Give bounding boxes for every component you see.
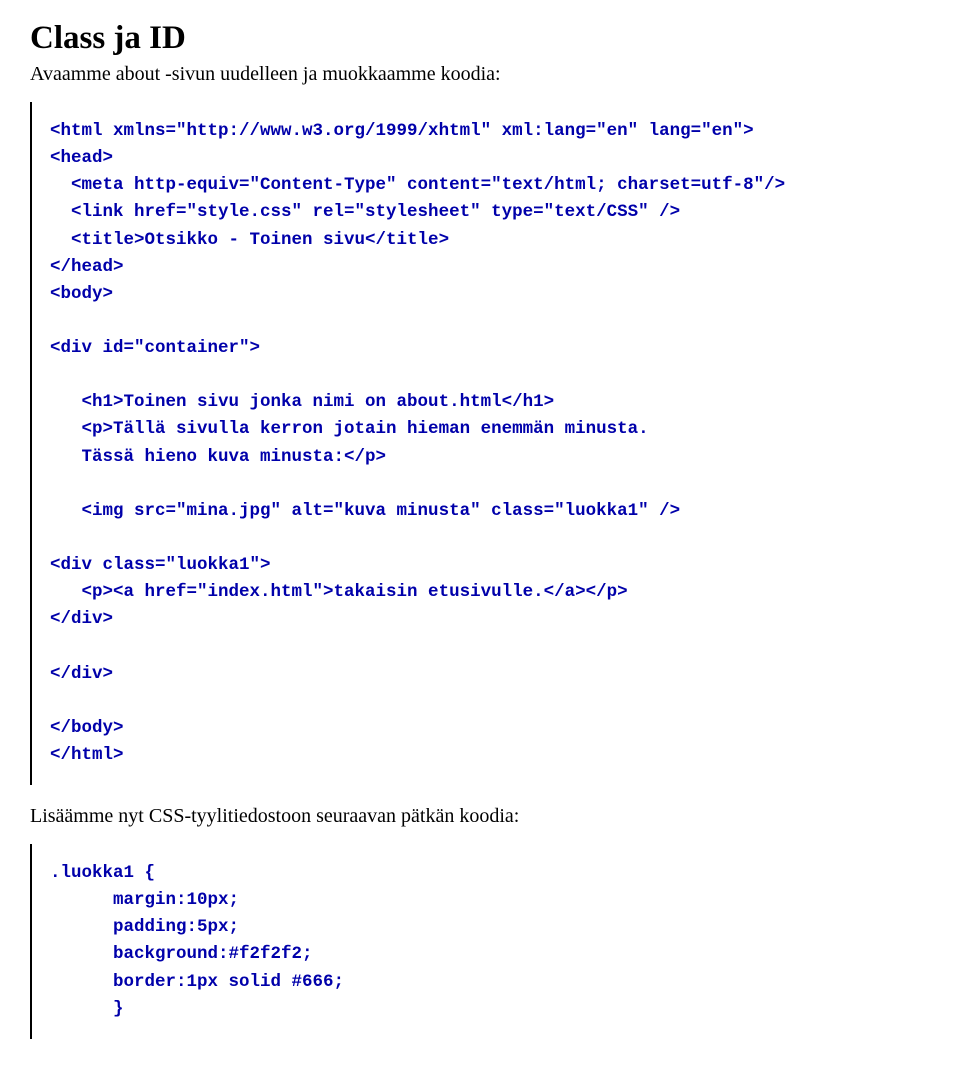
page-heading: Class ja ID — [30, 20, 930, 57]
code-block-1: <html xmlns="http://www.w3.org/1999/xhtm… — [30, 102, 930, 785]
mid-text: Lisäämme nyt CSS-tyylitiedostoon seuraav… — [30, 805, 930, 828]
intro-text: Avaamme about -sivun uudelleen ja muokka… — [30, 63, 930, 86]
code-block-1-content: <html xmlns="http://www.w3.org/1999/xhtm… — [50, 118, 930, 769]
code-block-2-content: .luokka1 { margin:10px; padding:5px; bac… — [50, 860, 930, 1023]
code-block-2: .luokka1 { margin:10px; padding:5px; bac… — [30, 844, 930, 1039]
